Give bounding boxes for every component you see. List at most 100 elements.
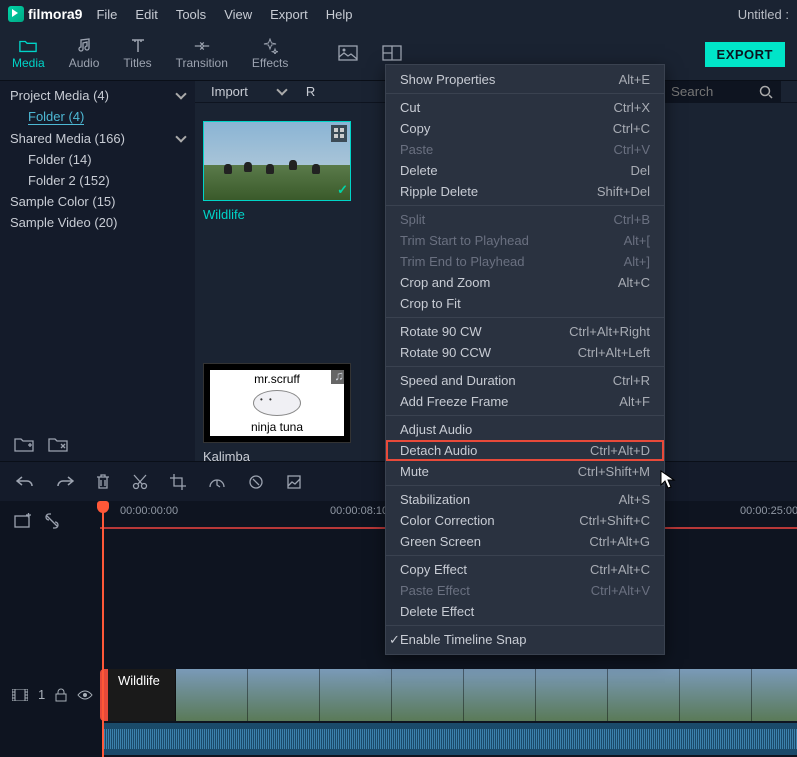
menu-item-stabilization[interactable]: StabilizationAlt+S <box>386 489 664 510</box>
search-box[interactable] <box>663 81 781 102</box>
menu-item-adjust-audio[interactable]: Adjust Audio <box>386 419 664 440</box>
audio-clip[interactable] <box>104 723 797 755</box>
check-icon: ✓ <box>337 182 348 198</box>
sidebar-folder-14[interactable]: Folder (14) <box>0 149 195 170</box>
playhead[interactable] <box>102 501 104 757</box>
menu-separator <box>386 555 664 556</box>
menu-item-paste-effect: Paste EffectCtrl+Alt+V <box>386 580 664 601</box>
context-menu: Show PropertiesAlt+ECutCtrl+XCopyCtrl+CP… <box>385 64 665 655</box>
check-icon: ✓ <box>389 632 400 648</box>
filmstrip-icon <box>12 689 28 701</box>
menu-item-trim-end-to-playhead: Trim End to PlayheadAlt+] <box>386 251 664 272</box>
menu-separator <box>386 415 664 416</box>
menu-item-rotate-90-ccw[interactable]: Rotate 90 CCWCtrl+Alt+Left <box>386 342 664 363</box>
menu-item-detach-audio[interactable]: Detach AudioCtrl+Alt+D <box>386 440 664 461</box>
video-track-header[interactable]: 1 <box>0 687 100 702</box>
tab-transition[interactable]: Transition <box>176 38 228 70</box>
menu-item-copy-effect[interactable]: Copy EffectCtrl+Alt+C <box>386 559 664 580</box>
menu-separator <box>386 93 664 94</box>
sidebar-shared-media[interactable]: Shared Media (166) <box>0 128 195 149</box>
export-button[interactable]: EXPORT <box>705 42 785 67</box>
unlink-icon[interactable] <box>44 513 60 529</box>
folder-icon <box>19 38 37 54</box>
menu-bar: File Edit Tools View Export Help <box>96 7 352 22</box>
menu-item-ripple-delete[interactable]: Ripple DeleteShift+Del <box>386 181 664 202</box>
menu-item-add-freeze-frame[interactable]: Add Freeze FrameAlt+F <box>386 391 664 412</box>
menu-item-green-screen[interactable]: Green ScreenCtrl+Alt+G <box>386 531 664 552</box>
sidebar-folder-4[interactable]: Folder (4) <box>0 106 195 128</box>
music-note-icon: ♫ <box>331 367 347 384</box>
menu-separator <box>386 317 664 318</box>
sidebar-folder-2-152[interactable]: Folder 2 (152) <box>0 170 195 191</box>
sidebar-sample-video[interactable]: Sample Video (20) <box>0 212 195 233</box>
cursor-icon <box>660 470 676 490</box>
menu-separator <box>386 625 664 626</box>
lock-icon[interactable] <box>55 688 67 702</box>
record-button[interactable]: R <box>306 84 315 99</box>
menu-item-enable-timeline-snap[interactable]: ✓Enable Timeline Snap <box>386 629 664 650</box>
menu-view[interactable]: View <box>224 7 252 22</box>
menu-item-color-correction[interactable]: Color CorrectionCtrl+Shift+C <box>386 510 664 531</box>
menu-item-mute[interactable]: MuteCtrl+Shift+M <box>386 461 664 482</box>
chevron-down-icon <box>175 88 186 99</box>
menu-file[interactable]: File <box>96 7 117 22</box>
undo-icon[interactable] <box>16 475 34 489</box>
project-sidebar: Project Media (4) Folder (4) Shared Medi… <box>0 81 195 461</box>
menu-edit[interactable]: Edit <box>135 7 157 22</box>
redo-icon[interactable] <box>56 475 74 489</box>
music-icon <box>75 38 93 54</box>
menu-separator <box>386 205 664 206</box>
title-bar: filmora9 File Edit Tools View Export Hel… <box>0 0 797 28</box>
sidebar-sample-color[interactable]: Sample Color (15) <box>0 191 195 212</box>
image-icon[interactable] <box>338 45 358 64</box>
menu-item-trim-start-to-playhead: Trim Start to PlayheadAlt+[ <box>386 230 664 251</box>
video-clip[interactable] <box>104 669 797 721</box>
menu-item-crop-to-fit[interactable]: Crop to Fit <box>386 293 664 314</box>
search-icon <box>759 85 773 99</box>
color-icon[interactable] <box>248 474 264 490</box>
menu-tools[interactable]: Tools <box>176 7 206 22</box>
menu-item-crop-and-zoom[interactable]: Crop and ZoomAlt+C <box>386 272 664 293</box>
eye-icon[interactable] <box>77 690 93 700</box>
layout-icon[interactable] <box>382 45 402 64</box>
new-folder-icon[interactable] <box>14 437 34 453</box>
menu-item-rotate-90-cw[interactable]: Rotate 90 CWCtrl+Alt+Right <box>386 321 664 342</box>
search-input[interactable] <box>671 84 751 99</box>
chevron-down-icon <box>175 131 186 142</box>
document-title: Untitled : <box>738 7 789 22</box>
greenscreen-icon[interactable] <box>286 474 302 490</box>
menu-item-delete[interactable]: DeleteDel <box>386 160 664 181</box>
menu-item-split: SplitCtrl+B <box>386 209 664 230</box>
cut-icon[interactable] <box>132 474 148 490</box>
tab-audio[interactable]: Audio <box>69 38 100 70</box>
text-icon <box>129 38 147 54</box>
transition-icon <box>193 38 211 54</box>
menu-item-show-properties[interactable]: Show PropertiesAlt+E <box>386 69 664 90</box>
menu-item-copy[interactable]: CopyCtrl+C <box>386 118 664 139</box>
menu-item-paste: PasteCtrl+V <box>386 139 664 160</box>
menu-export[interactable]: Export <box>270 7 308 22</box>
menu-help[interactable]: Help <box>326 7 353 22</box>
speed-icon[interactable] <box>208 475 226 489</box>
delete-folder-icon[interactable] <box>48 437 68 453</box>
media-thumb-wildlife[interactable]: ✓ Wildlife <box>203 121 351 222</box>
tab-media[interactable]: Media <box>12 38 45 70</box>
sparkle-icon <box>261 38 279 54</box>
menu-separator <box>386 366 664 367</box>
menu-item-speed-and-duration[interactable]: Speed and DurationCtrl+R <box>386 370 664 391</box>
crop-icon[interactable] <box>170 474 186 490</box>
sidebar-project-media[interactable]: Project Media (4) <box>0 85 195 106</box>
add-marker-icon[interactable] <box>14 513 32 529</box>
media-thumb-kalimba[interactable]: mr.scruffninja tuna ♫ Kalimba <box>203 363 351 464</box>
app-name: filmora9 <box>28 6 82 22</box>
menu-item-cut[interactable]: CutCtrl+X <box>386 97 664 118</box>
tab-effects[interactable]: Effects <box>252 38 288 70</box>
menu-item-delete-effect[interactable]: Delete Effect <box>386 601 664 622</box>
clip-label: Wildlife <box>118 673 160 688</box>
tab-titles[interactable]: Titles <box>123 38 151 70</box>
grid-icon <box>331 125 347 142</box>
logo-icon <box>8 6 24 22</box>
delete-icon[interactable] <box>96 474 110 490</box>
chevron-down-icon <box>276 84 287 95</box>
import-dropdown[interactable]: Import <box>211 84 286 99</box>
